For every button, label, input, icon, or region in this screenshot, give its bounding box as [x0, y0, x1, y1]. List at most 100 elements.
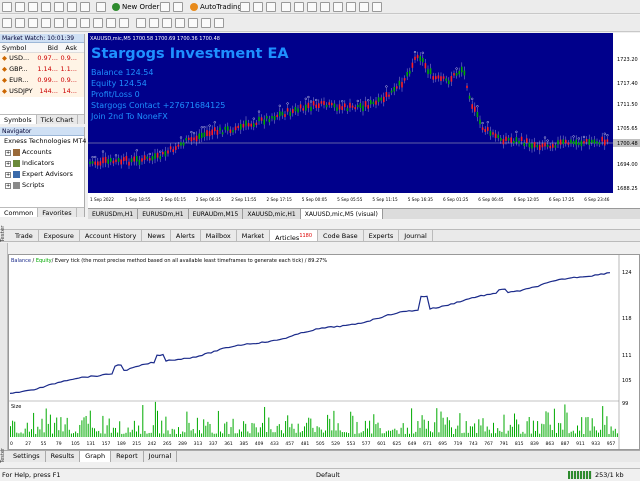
vertical-line-icon[interactable] — [28, 18, 38, 28]
tab-market[interactable]: Market — [237, 230, 271, 241]
horizontal-line-icon[interactable] — [41, 18, 51, 28]
plus-icon[interactable] — [96, 2, 106, 12]
m15-timeframe-icon[interactable] — [162, 18, 172, 28]
m30-timeframe-icon[interactable] — [175, 18, 185, 28]
candle — [117, 157, 120, 162]
tab-mailbox[interactable]: Mailbox — [201, 230, 237, 241]
splitter[interactable] — [0, 220, 640, 229]
expand-icon: + — [5, 160, 11, 167]
fibo-icon[interactable] — [80, 18, 90, 28]
tab-alerts[interactable]: Alerts — [171, 230, 201, 241]
indicators-icon[interactable] — [346, 2, 356, 12]
volume-bar — [467, 432, 469, 437]
symbol-column[interactable]: Symbol — [0, 43, 36, 52]
tab-articles[interactable]: Articles1180 — [270, 230, 319, 242]
navigator-icon[interactable] — [54, 2, 64, 12]
volume-bar — [121, 433, 123, 437]
periods-icon[interactable] — [359, 2, 369, 12]
tab-trade[interactable]: Trade — [10, 230, 39, 241]
trendline-icon[interactable] — [54, 18, 64, 28]
volume-bar — [178, 427, 179, 437]
symbol-row[interactable]: ◆ USDJPY 144... 14... — [0, 86, 84, 97]
volume-bar — [112, 427, 114, 437]
navigator-item-indicators[interactable]: + Indicators — [0, 158, 84, 169]
symbol-row[interactable]: ◆ USD... 0.97... 0.9... — [0, 53, 84, 64]
price-chart[interactable]: XAUUSD,mic,M5 1700.58 1700.69 1700.36 17… — [88, 33, 640, 208]
tab-code-base[interactable]: Code Base — [318, 230, 364, 241]
symbol-row[interactable]: ◆ EUR... 0.99... 0.9... — [0, 75, 84, 86]
graph-x-label: 505 — [316, 441, 325, 447]
navigator-item-scripts[interactable]: + Scripts — [0, 180, 84, 191]
tile-icon[interactable] — [307, 2, 317, 12]
tab-journal[interactable]: Journal — [399, 230, 433, 241]
tab-settings[interactable]: Settings — [8, 451, 46, 462]
text-icon[interactable] — [93, 18, 103, 28]
h4-timeframe-icon[interactable] — [201, 18, 211, 28]
candle — [201, 132, 203, 139]
candle — [393, 86, 395, 92]
channel-icon[interactable] — [67, 18, 77, 28]
tab-tick-chart[interactable]: Tick Chart — [37, 115, 79, 124]
graph-x-label: 361 — [224, 441, 233, 447]
candle — [364, 101, 367, 107]
tab-favorites[interactable]: Favorites — [38, 208, 77, 217]
label-icon[interactable] — [106, 18, 116, 28]
line-chart-icon[interactable] — [266, 2, 276, 12]
tab-chart-eurusd-h1-2[interactable]: EURUSDm,H1 — [138, 209, 189, 219]
symbol-row[interactable]: ◆ GBP... 1.14... 1.1... — [0, 64, 84, 75]
zoom-in-icon[interactable] — [281, 2, 291, 12]
tab-journal-tester[interactable]: Journal — [144, 451, 178, 462]
d1-timeframe-icon[interactable] — [214, 18, 224, 28]
graph-x-label: 887 — [561, 441, 570, 447]
volume-bar — [52, 433, 53, 437]
price-chart-window[interactable]: XAUUSD,mic,M5 1700.58 1700.69 1700.36 17… — [88, 33, 640, 208]
bid-column[interactable]: Bid — [36, 43, 60, 52]
open-icon[interactable] — [15, 2, 25, 12]
tab-results[interactable]: Results — [46, 451, 81, 462]
navigator-item-accounts[interactable]: + Accounts — [0, 147, 84, 158]
m5-timeframe-icon[interactable] — [149, 18, 159, 28]
new-file-icon[interactable] — [2, 2, 12, 12]
tab-chart-euraud-m15[interactable]: EURAUDm,M15 — [189, 209, 244, 219]
new-order-button[interactable]: New Order — [110, 1, 161, 13]
volume-bar — [16, 432, 18, 437]
tab-news[interactable]: News — [142, 230, 171, 241]
candle — [468, 95, 471, 99]
tab-chart-eurusd-h1[interactable]: EURUSDm,H1 — [88, 209, 139, 219]
crosshair-icon[interactable] — [15, 18, 25, 28]
zoom-out-icon[interactable] — [294, 2, 304, 12]
h1-timeframe-icon[interactable] — [188, 18, 198, 28]
tab-account-history[interactable]: Account History — [80, 230, 143, 241]
history-icon[interactable] — [173, 2, 183, 12]
market-watch-icon[interactable] — [28, 2, 38, 12]
candle — [385, 92, 388, 97]
chart-shift-icon[interactable] — [333, 2, 343, 12]
navigator-root[interactable]: Exness Technologies MT4 — [0, 136, 86, 147]
tester-icon[interactable] — [80, 2, 90, 12]
up-arrow-icon: ◆ — [2, 65, 7, 73]
tab-graph[interactable]: Graph — [80, 451, 112, 462]
m1-timeframe-icon[interactable] — [136, 18, 146, 28]
tab-exposure[interactable]: Exposure — [39, 230, 80, 241]
candle — [526, 138, 528, 143]
autoscroll-icon[interactable] — [320, 2, 330, 12]
navigator-item-experts[interactable]: + Expert Advisors — [0, 169, 84, 180]
cursor-icon[interactable] — [2, 18, 12, 28]
tab-report[interactable]: Report — [111, 451, 144, 462]
terminal-icon[interactable] — [67, 2, 77, 12]
metaeditor-icon[interactable] — [160, 2, 170, 12]
tab-symbols[interactable]: Symbols — [0, 115, 37, 124]
tab-experts[interactable]: Experts — [364, 230, 400, 241]
bar-chart-icon[interactable] — [240, 2, 250, 12]
data-window-icon[interactable] — [41, 2, 51, 12]
tab-common[interactable]: Common — [0, 208, 39, 217]
arrow-icon[interactable] — [119, 18, 129, 28]
ask-column[interactable]: Ask — [60, 43, 78, 52]
graph-x-label: 0 — [10, 441, 13, 447]
tab-chart-xauusd-h1[interactable]: XAUUSD,mic,H1 — [243, 209, 301, 219]
candle-chart-icon[interactable] — [253, 2, 263, 12]
templates-icon[interactable] — [372, 2, 382, 12]
tab-chart-xauusd-m5-visual[interactable]: XAUUSD,mic,M5 (visual) — [300, 209, 383, 219]
tester-graph[interactable]: Balance / Equity/ Every tick (the most p… — [8, 254, 640, 450]
autotrading-button[interactable]: AutoTrading — [188, 1, 244, 13]
